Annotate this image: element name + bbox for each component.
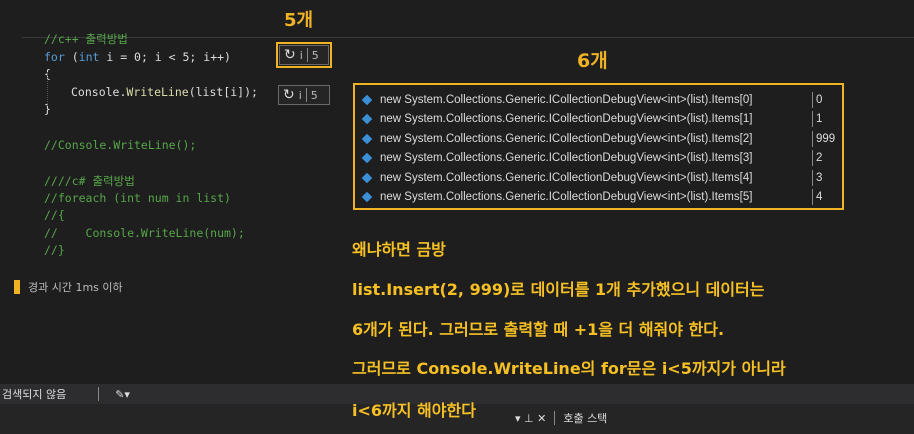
- datatip-i[interactable]: ↻ i 5: [278, 85, 330, 105]
- field-icon: [361, 133, 373, 145]
- search-status: 검색되지 않음: [2, 388, 67, 401]
- item-name: new System.Collections.Generic.ICollecti…: [380, 152, 753, 165]
- pin-icons[interactable]: ▾ ⊥ ✕: [515, 412, 546, 425]
- code-text: (list[i]);: [188, 85, 258, 99]
- panel-tabs: ▾ ⊥ ✕ 호출 스택: [515, 410, 607, 426]
- code-line-comment-foreach: //foreach (int num in list): [44, 191, 231, 205]
- code-line-comment-cs: ////c# 출력방법: [44, 174, 135, 188]
- method-writeline: WriteLine: [126, 85, 189, 99]
- item-value[interactable]: 0: [816, 94, 822, 106]
- divider: [812, 189, 813, 206]
- brush-icon[interactable]: ✎▾: [115, 388, 130, 401]
- explanation-line-1: 왜냐하면 금방: [352, 240, 446, 259]
- field-icon: [361, 94, 373, 106]
- divider: [554, 411, 556, 425]
- indent-guide: [47, 72, 49, 106]
- datatip-value[interactable]: 5: [312, 49, 319, 62]
- code-line-for: for (int i = 0; i < 5; i++): [44, 49, 231, 67]
- elapsed-text: 경과 시간 1ms 이하: [28, 281, 123, 294]
- code-line-comment-brace-open: //{: [44, 208, 65, 222]
- debug-view-panel: new System.Collections.Generic.ICollecti…: [353, 83, 844, 210]
- refresh-icon[interactable]: ↻: [284, 47, 296, 63]
- list-item[interactable]: new System.Collections.Generic.ICollecti…: [359, 168, 838, 188]
- explanation-line-2: list.Insert(2, 999)로 데이터를 1개 추가했으니 데이터는: [352, 280, 765, 299]
- tab-call-stack[interactable]: 호출 스택: [563, 410, 607, 426]
- datatip-divider: [306, 48, 308, 62]
- elapsed-status: 경과 시간 1ms 이하: [14, 279, 123, 295]
- field-icon: [361, 172, 373, 184]
- refresh-icon[interactable]: ↻: [283, 87, 295, 103]
- code-line-comment-writeline: //Console.WriteLine();: [44, 138, 197, 152]
- code-line-comment-cpp: //c++ 출력방법: [44, 32, 128, 46]
- divider: [812, 111, 813, 128]
- list-item[interactable]: new System.Collections.Generic.ICollecti…: [359, 149, 838, 169]
- field-icon: [361, 191, 373, 203]
- divider: [98, 387, 100, 401]
- divider: [812, 150, 813, 167]
- item-name: new System.Collections.Generic.ICollecti…: [380, 132, 753, 145]
- datatip-i-highlighted[interactable]: ↻ i 5: [276, 42, 332, 68]
- item-name: new System.Collections.Generic.ICollecti…: [380, 113, 753, 126]
- datatip-divider: [305, 88, 307, 102]
- item-value[interactable]: 2: [816, 152, 822, 164]
- keyword-for: for: [44, 50, 65, 64]
- editor-separator: [22, 37, 914, 38]
- list-item[interactable]: new System.Collections.Generic.ICollecti…: [359, 90, 838, 110]
- code-text: i = 0; i < 5; i++): [99, 50, 231, 64]
- explanation-line-5: i<6까지 해야한다: [352, 401, 476, 420]
- explanation-line-4: 그러므로 Console.WriteLine의 for문은 i<5까지가 아니라: [352, 359, 786, 378]
- list-item[interactable]: new System.Collections.Generic.ICollecti…: [359, 188, 838, 208]
- code-text: (: [64, 50, 79, 64]
- item-value[interactable]: 999: [816, 133, 835, 145]
- divider: [812, 130, 813, 147]
- item-value[interactable]: 4: [816, 191, 822, 203]
- divider: [812, 169, 813, 186]
- annotation-five: 5개: [284, 10, 314, 31]
- datatip-var-name: i: [298, 88, 302, 102]
- code-line-comment-brace-close: //}: [44, 243, 65, 257]
- field-icon: [361, 113, 373, 125]
- item-value[interactable]: 1: [816, 113, 822, 125]
- annotation-six: 6개: [577, 50, 608, 72]
- datatip-value[interactable]: 5: [311, 89, 318, 102]
- code-text: Console.: [71, 85, 127, 99]
- breakpoint-marker: [14, 280, 20, 294]
- code-line-comment-console: // Console.WriteLine(num);: [44, 226, 245, 240]
- list-item[interactable]: new System.Collections.Generic.ICollecti…: [359, 129, 838, 149]
- field-icon: [361, 152, 373, 164]
- keyword-int: int: [78, 50, 100, 64]
- item-name: new System.Collections.Generic.ICollecti…: [380, 191, 753, 204]
- item-name: new System.Collections.Generic.ICollecti…: [380, 93, 753, 106]
- explanation-line-3: 6개가 된다. 그러므로 출력할 때 +1을 더 해줘야 한다.: [352, 320, 725, 339]
- item-name: new System.Collections.Generic.ICollecti…: [380, 171, 753, 184]
- code-line-writeline: Console.WriteLine(list[i]);: [71, 84, 258, 102]
- divider: [812, 91, 813, 108]
- item-value[interactable]: 3: [816, 172, 822, 184]
- list-item[interactable]: new System.Collections.Generic.ICollecti…: [359, 110, 838, 130]
- datatip-var-name: i: [299, 48, 303, 62]
